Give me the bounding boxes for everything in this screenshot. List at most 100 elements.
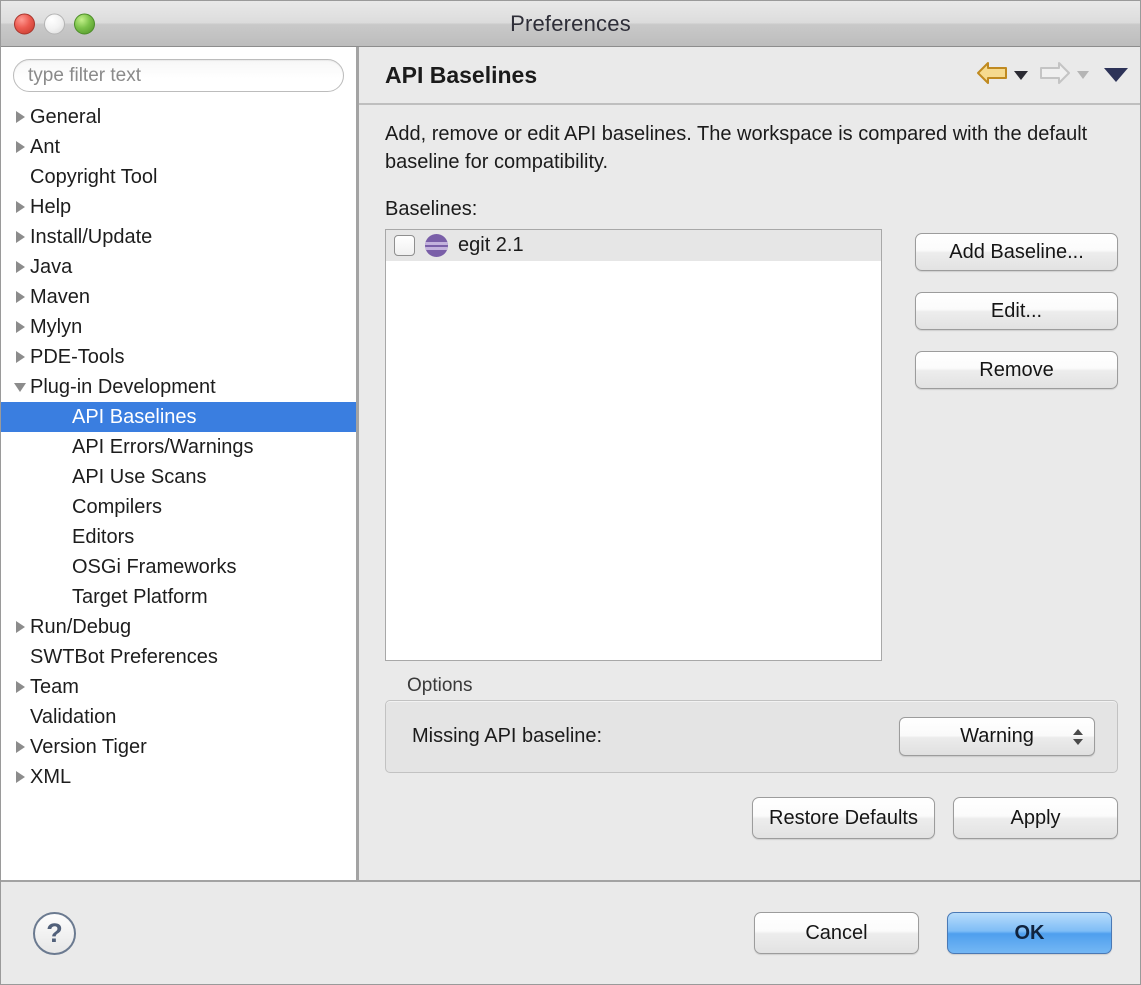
dialog-body: General Ant Copyright Tool Help Install/Upda…: [1, 47, 1140, 880]
sidebar-item-ant[interactable]: Ant: [1, 132, 356, 162]
apply-button[interactable]: Apply: [953, 797, 1118, 839]
close-button[interactable]: [14, 13, 35, 34]
sidebar-item-install-update[interactable]: Install/Update: [1, 222, 356, 252]
chevron-right-icon[interactable]: [11, 621, 29, 633]
sidebar-item-label: Editors: [72, 527, 134, 547]
search-input[interactable]: [13, 59, 344, 92]
stepper-down-icon[interactable]: [1073, 739, 1083, 745]
help-button[interactable]: ?: [33, 912, 76, 955]
chevron-right-icon[interactable]: [11, 351, 29, 363]
options-group-box: Missing API baseline: Warning: [385, 700, 1118, 773]
chevron-right-icon[interactable]: [11, 231, 29, 243]
stepper-arrows-icon[interactable]: [1073, 729, 1083, 745]
preferences-sidebar: General Ant Copyright Tool Help Install/Upda…: [1, 47, 359, 880]
sidebar-item-xml[interactable]: XML: [1, 762, 356, 792]
missing-api-baseline-label: Missing API baseline:: [412, 725, 899, 748]
sidebar-item-label: Ant: [30, 137, 60, 157]
chevron-right-icon[interactable]: [11, 291, 29, 303]
sidebar-item-label: API Use Scans: [72, 467, 207, 487]
sidebar-item-osgi-frameworks[interactable]: OSGi Frameworks: [1, 552, 356, 582]
sidebar-item-mylyn[interactable]: Mylyn: [1, 312, 356, 342]
chevron-right-icon[interactable]: [11, 141, 29, 153]
panel-action-row: Restore Defaults Apply: [385, 797, 1118, 857]
remove-baseline-button[interactable]: Remove: [915, 351, 1118, 389]
sidebar-item-general[interactable]: General: [1, 102, 356, 132]
sidebar-item-label: General: [30, 107, 101, 127]
baseline-checkbox[interactable]: [394, 235, 415, 256]
window-titlebar: Preferences: [1, 1, 1140, 47]
sidebar-item-pde-tools[interactable]: PDE-Tools: [1, 342, 356, 372]
ok-button[interactable]: OK: [947, 912, 1112, 954]
sidebar-item-label: OSGi Frameworks: [72, 557, 236, 577]
preferences-dialog: Preferences General Ant Copyright Tool Help…: [0, 0, 1141, 985]
preferences-tree[interactable]: General Ant Copyright Tool Help Install/Upda…: [1, 100, 356, 880]
sidebar-item-label: SWTBot Preferences: [30, 647, 218, 667]
chevron-right-icon[interactable]: [11, 771, 29, 783]
sidebar-item-label: Version Tiger: [30, 737, 147, 757]
baseline-actions: Add Baseline... Edit... Remove: [915, 229, 1118, 389]
sidebar-item-label: Team: [30, 677, 79, 697]
sidebar-item-api-errors-warnings[interactable]: API Errors/Warnings: [1, 432, 356, 462]
baselines-label: Baselines:: [385, 198, 1118, 221]
zoom-button[interactable]: [74, 13, 95, 34]
chevron-down-icon[interactable]: [11, 383, 29, 392]
back-arrow-icon[interactable]: [975, 60, 1009, 91]
sidebar-item-api-baselines[interactable]: API Baselines: [1, 402, 356, 432]
chevron-right-icon[interactable]: [11, 111, 29, 123]
sidebar-item-label: PDE-Tools: [30, 347, 124, 367]
chevron-right-icon[interactable]: [11, 741, 29, 753]
window-title: Preferences: [1, 11, 1140, 37]
sidebar-item-target-platform[interactable]: Target Platform: [1, 582, 356, 612]
sidebar-item-label: Target Platform: [72, 587, 208, 607]
traffic-lights: [14, 13, 95, 34]
sidebar-item-maven[interactable]: Maven: [1, 282, 356, 312]
sidebar-item-label: API Baselines: [72, 407, 197, 427]
back-dropdown-caret-icon[interactable]: [1014, 71, 1028, 80]
options-group: Options Missing API baseline: Warning: [385, 675, 1118, 773]
baseline-name: egit 2.1: [458, 234, 524, 257]
filter-container: [1, 47, 356, 100]
sidebar-item-label: Plug-in Development: [30, 377, 216, 397]
forward-arrow-icon: [1038, 60, 1072, 91]
baselines-list[interactable]: egit 2.1: [385, 229, 882, 661]
sidebar-item-label: Mylyn: [30, 317, 82, 337]
view-menu-icon[interactable]: [1104, 68, 1128, 82]
minimize-button[interactable]: [44, 13, 65, 34]
chevron-right-icon[interactable]: [11, 261, 29, 273]
sidebar-item-label: Maven: [30, 287, 90, 307]
edit-baseline-button[interactable]: Edit...: [915, 292, 1118, 330]
sidebar-item-label: Java: [30, 257, 72, 277]
chevron-right-icon[interactable]: [11, 321, 29, 333]
sidebar-item-label: Help: [30, 197, 71, 217]
sidebar-item-plug-in-development[interactable]: Plug-in Development: [1, 372, 356, 402]
sidebar-item-swtbot-preferences[interactable]: SWTBot Preferences: [1, 642, 356, 672]
sidebar-item-api-use-scans[interactable]: API Use Scans: [1, 462, 356, 492]
options-group-title: Options: [407, 675, 1118, 697]
preferences-panel: API Baselines: [359, 47, 1140, 880]
sidebar-item-label: Install/Update: [30, 227, 152, 247]
sidebar-item-run-debug[interactable]: Run/Debug: [1, 612, 356, 642]
stepper-up-icon[interactable]: [1073, 729, 1083, 735]
missing-api-baseline-value: Warning: [960, 725, 1034, 748]
chevron-right-icon[interactable]: [11, 201, 29, 213]
missing-api-baseline-select[interactable]: Warning: [899, 717, 1095, 756]
baseline-sphere-icon: [425, 234, 448, 257]
back-nav-group[interactable]: [972, 58, 1031, 93]
sidebar-item-help[interactable]: Help: [1, 192, 356, 222]
restore-defaults-button[interactable]: Restore Defaults: [752, 797, 935, 839]
sidebar-item-team[interactable]: Team: [1, 672, 356, 702]
add-baseline-button[interactable]: Add Baseline...: [915, 233, 1118, 271]
sidebar-item-java[interactable]: Java: [1, 252, 356, 282]
chevron-right-icon[interactable]: [11, 681, 29, 693]
panel-header: API Baselines: [359, 47, 1140, 105]
sidebar-item-label: Compilers: [72, 497, 162, 517]
sidebar-item-copyright-tool[interactable]: Copyright Tool: [1, 162, 356, 192]
sidebar-item-label: Run/Debug: [30, 617, 131, 637]
sidebar-item-version-tiger[interactable]: Version Tiger: [1, 732, 356, 762]
sidebar-item-compilers[interactable]: Compilers: [1, 492, 356, 522]
forward-dropdown-caret-icon: [1077, 71, 1089, 79]
sidebar-item-editors[interactable]: Editors: [1, 522, 356, 552]
cancel-button[interactable]: Cancel: [754, 912, 919, 954]
sidebar-item-validation[interactable]: Validation: [1, 702, 356, 732]
list-item[interactable]: egit 2.1: [386, 230, 881, 261]
